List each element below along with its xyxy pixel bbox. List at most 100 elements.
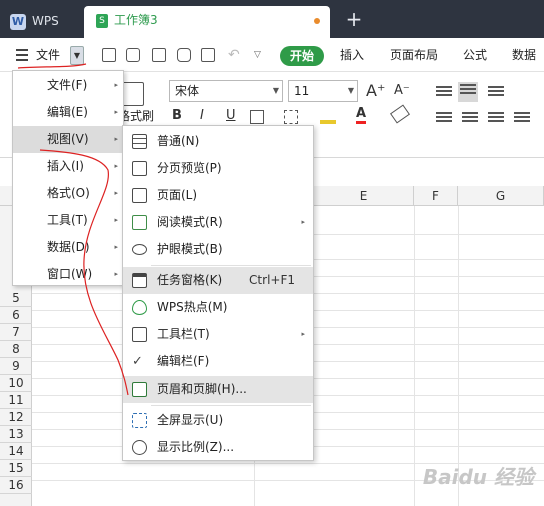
flame-icon <box>132 300 147 315</box>
fill-color-icon[interactable] <box>320 110 336 124</box>
chevron-right-icon: ▸ <box>114 243 118 251</box>
menu-item-label: 编辑(E) <box>47 105 88 119</box>
chevron-right-icon: ▸ <box>114 135 118 143</box>
row-15-header[interactable]: 15 <box>0 460 32 477</box>
view-normal[interactable]: 普通(N) <box>123 128 313 155</box>
tab-formulas[interactable]: 公式 <box>463 38 487 72</box>
format-painter-icon[interactable] <box>122 82 144 106</box>
view-formula-bar[interactable]: ✓ 编辑栏(F) <box>123 348 313 375</box>
print-icon[interactable] <box>177 48 191 62</box>
hamburger-icon <box>16 49 28 61</box>
font-size-select[interactable]: 11 ▼ <box>288 80 358 102</box>
view-wps-hotspot[interactable]: WPS热点(M) <box>123 294 313 321</box>
file-menu-button[interactable]: 文件 ▼ <box>12 43 86 67</box>
justify-icon[interactable] <box>512 110 532 126</box>
watermark: Baidu 经验 <box>422 465 534 489</box>
menu-item-window[interactable]: 窗口(W) ▸ <box>13 261 123 288</box>
menu-item-edit[interactable]: 编辑(E) ▸ <box>13 99 123 126</box>
submenu-label: 阅读模式(R) <box>157 215 223 229</box>
grow-font-button[interactable]: A⁺ <box>366 81 385 100</box>
chevron-right-icon: ▸ <box>114 216 118 224</box>
quick-access-dropdown-icon[interactable]: ▽ <box>254 38 261 72</box>
view-header-footer[interactable]: 页眉和页脚(H)... <box>123 376 313 403</box>
submenu-label: 工具栏(T) <box>157 327 210 341</box>
row-11-header[interactable]: 11 <box>0 392 32 409</box>
chevron-down-icon[interactable]: ▼ <box>70 46 84 65</box>
menu-item-insert[interactable]: 插入(I) ▸ <box>13 153 123 180</box>
chevron-right-icon: ▸ <box>114 189 118 197</box>
menu-item-data[interactable]: 数据(D) ▸ <box>13 234 123 261</box>
font-color-icon[interactable]: A <box>356 106 367 124</box>
align-center-icon[interactable] <box>460 110 480 126</box>
row-5-header[interactable]: 5 <box>0 290 32 307</box>
view-eye-protection[interactable]: 护眼模式(B) <box>123 236 313 263</box>
find-icon[interactable] <box>201 48 215 62</box>
shrink-font-button[interactable]: A⁻ <box>394 83 410 98</box>
view-zoom[interactable]: 显示比例(Z)... <box>123 434 313 461</box>
view-page-layout[interactable]: 页面(L) <box>123 182 313 209</box>
grid-icon <box>132 134 147 149</box>
italic-button[interactable]: I <box>200 108 204 123</box>
row-13-header[interactable]: 13 <box>0 426 32 443</box>
border-style-icon[interactable] <box>284 110 298 124</box>
chevron-down-icon: ▼ <box>347 86 354 95</box>
submenu-label: 编辑栏(F) <box>157 354 210 368</box>
tab-page-layout[interactable]: 页面布局 <box>390 38 438 72</box>
tab-insert[interactable]: 插入 <box>340 38 364 72</box>
align-top-icon[interactable] <box>434 84 454 100</box>
align-right-icon[interactable] <box>486 110 506 126</box>
menu-item-format[interactable]: 格式(O) ▸ <box>13 180 123 207</box>
new-tab-button[interactable]: + <box>342 8 366 32</box>
font-name-value: 宋体 <box>175 84 200 98</box>
font-name-select[interactable]: 宋体 ▼ <box>169 80 283 102</box>
print-preview-icon[interactable] <box>152 48 166 62</box>
column-g-header[interactable]: G <box>458 186 544 206</box>
new-file-icon[interactable] <box>102 48 116 62</box>
workbook-tab[interactable]: S 工作簿3 <box>84 6 330 38</box>
spreadsheet-icon: S <box>96 13 108 28</box>
column-f-header[interactable]: F <box>414 186 458 206</box>
underline-button[interactable]: U <box>226 108 236 123</box>
page-icon <box>132 188 147 203</box>
align-left-icon[interactable] <box>434 110 454 126</box>
row-10-header[interactable]: 10 <box>0 375 32 392</box>
row-14-header[interactable]: 14 <box>0 443 32 460</box>
tab-home[interactable]: 开始 <box>280 46 324 66</box>
row-6-header[interactable]: 6 <box>0 307 32 324</box>
menu-item-label: 工具(T) <box>47 213 88 227</box>
row-7-header[interactable]: 7 <box>0 324 32 341</box>
menu-item-view[interactable]: 视图(V) ▸ <box>13 126 123 153</box>
row-16-header[interactable]: 16 <box>0 477 32 494</box>
chevron-right-icon: ▸ <box>114 270 118 278</box>
submenu-label: 全屏显示(U) <box>157 413 224 427</box>
chevron-right-icon: ▸ <box>114 162 118 170</box>
undo-icon[interactable]: ↶ <box>228 38 240 72</box>
menu-item-label: 格式(O) <box>47 186 90 200</box>
eye-icon <box>132 244 147 255</box>
menu-separator <box>151 265 311 266</box>
row-12-header[interactable]: 12 <box>0 409 32 426</box>
submenu-label: 普通(N) <box>157 134 200 148</box>
column-e-header[interactable]: E <box>314 186 414 206</box>
view-reading-mode[interactable]: 阅读模式(R) ▸ <box>123 209 313 236</box>
chevron-right-icon: ▸ <box>114 108 118 116</box>
view-fullscreen[interactable]: 全屏显示(U) <box>123 407 313 434</box>
view-page-break-preview[interactable]: 分页预览(P) <box>123 155 313 182</box>
row-9-header[interactable]: 9 <box>0 358 32 375</box>
view-task-pane[interactable]: 任务窗格(K) Ctrl+F1 <box>123 267 313 294</box>
border-icon[interactable] <box>250 110 264 124</box>
wps-home-tab[interactable]: W WPS <box>0 6 80 36</box>
align-bottom-icon[interactable] <box>486 84 506 100</box>
eraser-icon[interactable] <box>390 104 410 124</box>
row-8-header[interactable]: 8 <box>0 341 32 358</box>
tab-data[interactable]: 数据 <box>512 38 536 72</box>
page-break-icon <box>132 161 147 176</box>
fullscreen-icon <box>132 413 147 428</box>
bold-button[interactable]: B <box>172 108 182 123</box>
menu-item-file[interactable]: 文件(F) ▸ <box>13 72 123 99</box>
align-middle-icon[interactable] <box>458 82 478 102</box>
view-toolbar[interactable]: 工具栏(T) ▸ <box>123 321 313 348</box>
submenu-label: 护眼模式(B) <box>157 242 223 256</box>
menu-item-tools[interactable]: 工具(T) ▸ <box>13 207 123 234</box>
save-icon[interactable] <box>126 48 140 62</box>
